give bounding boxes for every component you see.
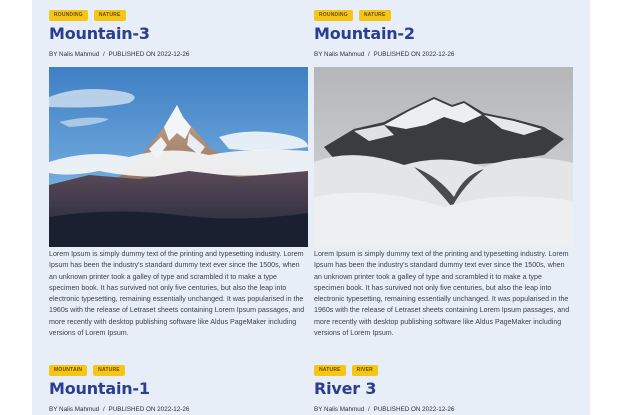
post-title[interactable]: Mountain-2	[314, 25, 573, 43]
meta-separator: /	[103, 406, 105, 413]
author-name[interactable]: Nalis Mahmud	[324, 51, 364, 58]
author-prefix: BY	[314, 51, 323, 58]
tag-list: MOUNTAIN NATURE	[49, 365, 308, 376]
tag-badge[interactable]: NATURE	[314, 365, 346, 376]
author-prefix: BY	[49, 51, 58, 58]
tag-list: ROUNDING NATURE	[314, 10, 573, 21]
mountain-misty-image	[314, 67, 573, 247]
post-card: ROUNDING NATURE Mountain-3 BY Nalis Mahm…	[49, 10, 308, 346]
post-title[interactable]: River 3	[314, 380, 573, 398]
post-excerpt: Lorem Ipsum is simply dummy text of the …	[314, 250, 570, 338]
meta-separator: /	[103, 51, 105, 58]
post-card: ROUNDING NATURE Mountain-2 BY Nalis Mahm…	[314, 10, 573, 346]
post-image[interactable]	[314, 67, 573, 247]
blog-posts-panel: ROUNDING NATURE Mountain-3 BY Nalis Mahm…	[32, 0, 590, 415]
tag-badge[interactable]: ROUNDING	[49, 10, 88, 21]
meta-separator: /	[368, 51, 370, 58]
tag-list: NATURE RIVER	[314, 365, 573, 376]
post-meta: BY Nalis Mahmud / PUBLISHED ON 2022-12-2…	[314, 406, 573, 414]
post-meta: BY Nalis Mahmud / PUBLISHED ON 2022-12-2…	[49, 406, 308, 414]
publish-date: PUBLISHED ON 2022-12-26	[373, 406, 455, 413]
mountain-sunny-image	[49, 67, 308, 247]
post-image[interactable]	[49, 67, 308, 247]
tag-badge[interactable]: RIVER	[351, 365, 378, 376]
publish-date: PUBLISHED ON 2022-12-26	[108, 51, 190, 58]
tag-badge[interactable]: NATURE	[93, 10, 126, 21]
author-prefix: BY	[49, 406, 58, 413]
author-name[interactable]: Nalis Mahmud	[59, 406, 99, 413]
author-name[interactable]: Nalis Mahmud	[324, 406, 364, 413]
post-card: NATURE RIVER River 3 BY Nalis Mahmud / P…	[314, 365, 573, 414]
tag-badge[interactable]: NATURE	[358, 10, 391, 21]
post-meta: BY Nalis Mahmud / PUBLISHED ON 2022-12-2…	[49, 51, 308, 59]
publish-date: PUBLISHED ON 2022-12-26	[108, 406, 190, 413]
tag-badge[interactable]: ROUNDING	[314, 10, 353, 21]
post-excerpt: Lorem Ipsum is simply dummy text of the …	[49, 250, 305, 338]
post-title[interactable]: Mountain-3	[49, 25, 308, 43]
tag-list: ROUNDING NATURE	[49, 10, 308, 21]
meta-separator: /	[368, 406, 370, 413]
post-meta: BY Nalis Mahmud / PUBLISHED ON 2022-12-2…	[314, 51, 573, 59]
post-title[interactable]: Mountain-1	[49, 380, 308, 398]
author-prefix: BY	[314, 406, 323, 413]
tag-badge[interactable]: MOUNTAIN	[49, 365, 88, 376]
tag-badge[interactable]: NATURE	[93, 365, 125, 376]
publish-date: PUBLISHED ON 2022-12-26	[373, 51, 455, 58]
author-name[interactable]: Nalis Mahmud	[59, 51, 99, 58]
post-card: MOUNTAIN NATURE Mountain-1 BY Nalis Mahm…	[49, 365, 308, 414]
